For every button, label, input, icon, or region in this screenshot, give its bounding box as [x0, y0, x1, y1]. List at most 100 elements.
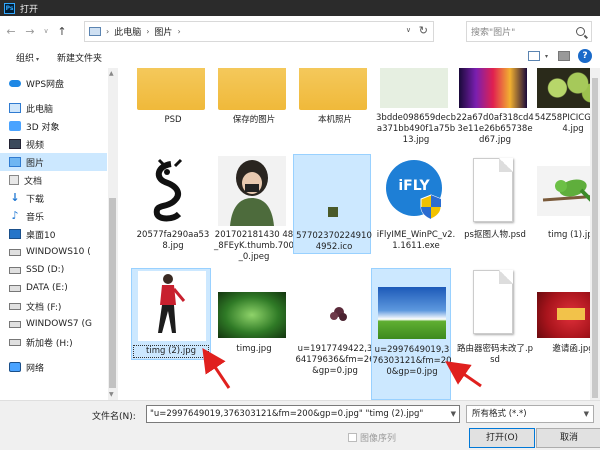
file-item-image[interactable]: timg.jpg — [214, 280, 290, 370]
help-icon[interactable]: ? — [578, 49, 592, 63]
address-dropdown-icon[interactable]: ∨ — [406, 26, 411, 34]
file-list-scrollbar[interactable] — [590, 68, 600, 400]
sidebar-item-label: WPS网盘 — [26, 79, 65, 90]
file-item-image-selected[interactable]: timg (2).jpg — [131, 268, 211, 360]
navigation-bar: ← → ∨ ↑ › 此电脑 › 图片 › ∨ ↻ 搜索"图片" — [0, 16, 600, 46]
refresh-icon[interactable]: ↻ — [419, 24, 428, 37]
sidebar-item-drive-e[interactable]: DATA (E:) — [0, 279, 107, 297]
breadcrumb-this-pc[interactable]: 此电脑 — [114, 25, 141, 38]
file-item-icon-file[interactable]: 577023702249104952.ico — [293, 154, 372, 254]
search-placeholder: 搜索"图片" — [471, 28, 516, 38]
cloud-icon — [9, 79, 21, 87]
sidebar-scrollbar[interactable]: ▲ ▼ — [108, 68, 117, 400]
drive-icon — [9, 338, 21, 346]
file-item-psd[interactable]: 路由器密码未改了.psd — [455, 268, 533, 376]
sidebar-item-this-pc[interactable]: 此电脑 — [0, 99, 107, 117]
file-item-psd[interactable]: ps抠图人物.psd — [455, 156, 531, 264]
window-title: 打开 — [20, 4, 39, 15]
file-type-filter[interactable]: 所有格式 (*.*) ▼ — [466, 405, 594, 423]
sidebar-item-drive-c[interactable]: WINDOWS10 ( — [0, 243, 107, 261]
file-item-label: 本机照片 — [317, 115, 352, 125]
sidebar-item-label: 3D 对象 — [26, 122, 60, 133]
new-folder-button[interactable]: 新建文件夹 — [57, 51, 102, 64]
organize-label: 组织 — [16, 53, 35, 64]
small-icon-preview — [328, 207, 338, 217]
file-item-label: 保存的图片 — [232, 115, 276, 125]
sidebar-item-wps-cloud[interactable]: WPS网盘 — [0, 74, 107, 92]
view-options-icon[interactable] — [527, 51, 540, 61]
file-item-camera-roll-folder[interactable]: 本机照片 — [295, 68, 371, 130]
sidebar-item-drive-f[interactable]: 文档 (F:) — [0, 297, 107, 315]
sidebar-item-label: 图片 — [26, 158, 45, 169]
sidebar-item-documents[interactable]: 文档 — [0, 171, 107, 189]
breadcrumb-pictures[interactable]: 图片 — [154, 25, 172, 38]
search-input[interactable]: 搜索"图片" — [466, 21, 592, 42]
sidebar-item-drive-d[interactable]: SSD (D:) — [0, 261, 107, 279]
file-item-image[interactable]: 20577fa290aa538.jpg — [133, 156, 209, 264]
chevron-down-icon[interactable]: ▼ — [584, 406, 589, 422]
image-thumbnail — [218, 156, 286, 226]
chevron-down-icon[interactable]: ▼ — [451, 406, 456, 422]
title-bar: Ps 打开 — [0, 0, 600, 16]
file-item-label: timg.jpg — [236, 344, 272, 354]
sidebar-item-label: 视频 — [26, 140, 45, 151]
sidebar-item-label: 文档 — [24, 176, 43, 187]
sidebar-item-downloads[interactable]: ↓ 下载 — [0, 189, 107, 207]
image-sequence-checkbox[interactable] — [348, 433, 357, 442]
chevron-down-icon[interactable]: ▾ — [545, 53, 548, 60]
file-item-label: 20577fa290aa538.jpg — [136, 230, 210, 251]
file-item-saved-pictures-folder[interactable]: 保存的图片 — [214, 68, 290, 130]
back-button[interactable]: ← — [3, 23, 19, 39]
sidebar-item-network[interactable]: 网络 — [0, 358, 107, 376]
filename-input[interactable]: "u=2997649019,376303121&fm=200&gp=0.jpg"… — [146, 405, 460, 423]
file-item-exe[interactable]: iFLY iFlyIME_WinPC_v2.1.1611.exe — [376, 156, 455, 264]
sidebar-item-label: WINDOWS10 ( — [26, 247, 91, 257]
download-icon: ↓ — [10, 191, 20, 204]
preview-pane-icon[interactable] — [558, 51, 570, 61]
search-icon[interactable] — [576, 27, 585, 36]
file-item-label: 22a67d0af318cd43e11e26b65738ed67.jpg — [456, 113, 534, 145]
file-list: PSD 保存的图片 本机照片 3bdde098659decba371bb490f… — [119, 68, 600, 400]
scroll-down-icon[interactable]: ▼ — [109, 391, 114, 398]
scroll-up-icon[interactable]: ▲ — [109, 70, 114, 77]
cancel-button[interactable]: 取消 — [536, 428, 600, 448]
file-list-scrollbar-thumb[interactable] — [592, 78, 598, 398]
file-item-image[interactable]: 3bdde098659decba371bb490f1a75b13.jpg — [376, 68, 456, 148]
recent-locations-button[interactable]: ∨ — [41, 23, 51, 39]
sidebar-item-pictures[interactable]: 图片 — [0, 153, 107, 171]
file-item-image[interactable]: 201702181430 48_8FEyK.thumb.700_0.jpeg — [214, 156, 294, 264]
drive-icon — [9, 266, 21, 274]
chevron-down-icon: ▾ — [36, 55, 40, 63]
breadcrumb-separator-icon: › — [146, 27, 150, 36]
network-icon — [9, 362, 21, 372]
dialog-footer: 文件名(N): "u=2997649019,376303121&fm=200&g… — [0, 400, 600, 450]
sidebar-item-drive-g[interactable]: WINDOWS7 (G — [0, 315, 107, 333]
drive-icon — [9, 248, 21, 256]
documents-icon — [9, 175, 19, 185]
file-item-image[interactable]: u=1917749422,364179636&fm=26&gp=0.jpg — [295, 280, 375, 380]
image-thumbnail — [218, 292, 286, 338]
sidebar-scrollbar-thumb[interactable] — [109, 198, 116, 388]
file-item-image-selected[interactable]: u=2997649019,376303121&fm=200&gp=0.jpg — [371, 268, 452, 400]
open-button[interactable]: 打开(O) — [469, 428, 535, 448]
up-button[interactable]: ↑ — [54, 23, 70, 39]
file-item-label: timg (2).jpg — [133, 345, 209, 358]
sidebar-item-desktop[interactable]: 桌面10 — [0, 225, 107, 243]
organize-button[interactable]: 组织 ▾ — [16, 51, 39, 64]
sidebar-item-music[interactable]: ♪ 音乐 — [0, 207, 107, 225]
address-bar[interactable]: › 此电脑 › 图片 › ∨ ↻ — [84, 21, 434, 42]
sidebar-item-label: 新加卷 (H:) — [26, 338, 73, 349]
file-item-image[interactable]: 22a67d0af318cd43e11e26b65738ed67.jpg — [455, 68, 534, 148]
sidebar-item-drive-h[interactable]: 新加卷 (H:) — [0, 333, 107, 351]
image-thumbnail — [459, 68, 527, 108]
ifly-logo-text: iFLY — [398, 178, 430, 194]
drive-icon — [9, 284, 21, 292]
forward-button[interactable]: → — [22, 23, 38, 39]
music-icon: ♪ — [11, 209, 19, 222]
file-item-label: 577023702249104952.ico — [296, 231, 372, 252]
file-item-psd-folder[interactable]: PSD — [133, 68, 209, 130]
sidebar-item-label: DATA (E:) — [26, 283, 68, 293]
sidebar-item-3d-objects[interactable]: 3D 对象 — [0, 117, 107, 135]
sidebar-item-label: WINDOWS7 (G — [26, 319, 92, 329]
sidebar-item-videos[interactable]: 视频 — [0, 135, 107, 153]
